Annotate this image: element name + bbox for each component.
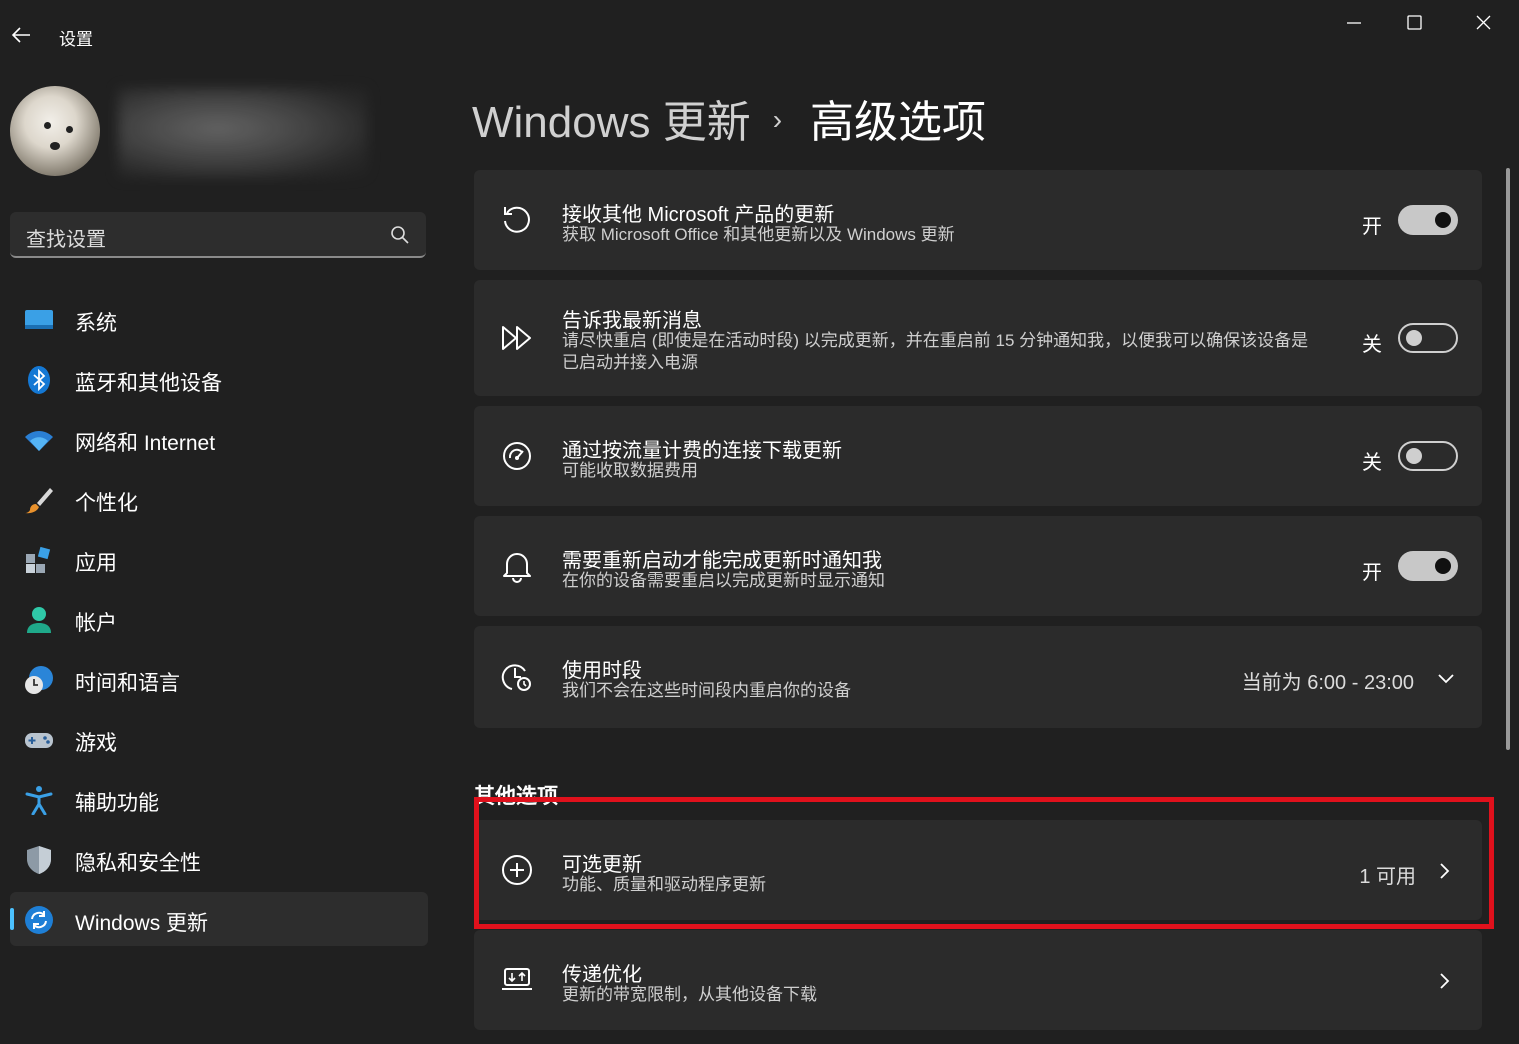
app-title: 设置 <box>59 30 93 49</box>
sidebar-item-label: Windows 更新 <box>75 912 209 935</box>
setting-title: 可选更新 <box>562 854 642 876</box>
clock-icon <box>501 664 531 691</box>
sidebar-item-label: 帐户 <box>75 612 117 635</box>
section-heading: 其他选项 <box>474 785 558 808</box>
title-bar: 设置 <box>0 0 1519 70</box>
sidebar-item-gaming[interactable]: 游戏 <box>10 712 428 766</box>
chevron-right-icon[interactable] <box>1434 861 1454 881</box>
setting-subtitle: 在你的设备需要重启以完成更新时显示通知 <box>562 571 885 590</box>
refresh-icon <box>504 206 530 233</box>
chevron-down-icon[interactable] <box>1436 668 1456 688</box>
setting-other-ms-products: 接收其他 Microsoft 产品的更新 获取 Microsoft Office… <box>474 170 1482 270</box>
setting-title: 需要重新启动才能完成更新时通知我 <box>562 550 882 572</box>
plus-circle-icon <box>502 855 532 885</box>
sidebar-item-label: 蓝牙和其他设备 <box>75 372 222 395</box>
setting-restart-notify: 需要重新启动才能完成更新时通知我 在你的设备需要重启以完成更新时显示通知 开 <box>474 516 1482 616</box>
breadcrumb-separator: › <box>772 104 783 135</box>
breadcrumb-parent[interactable]: Windows 更新 <box>472 98 751 147</box>
sidebar-item-system[interactable]: 系统 <box>10 292 428 346</box>
sidebar-item-label: 隐私和安全性 <box>75 852 201 875</box>
sidebar-item-label: 网络和 Internet <box>75 432 216 455</box>
globe-clock-icon <box>25 666 53 694</box>
setting-delivery-optimization[interactable]: 传递优化 更新的带宽限制，从其他设备下载 <box>474 930 1482 1030</box>
setting-active-hours[interactable]: 使用时段 我们不会在这些时间段内重启你的设备 当前为 6:00 - 23:00 <box>474 626 1482 728</box>
available-count: 1 可用 <box>1359 866 1416 888</box>
sidebar-item-label: 应用 <box>75 552 117 575</box>
delivery-icon <box>502 968 532 990</box>
search-icon[interactable] <box>390 225 410 245</box>
setting-title: 告诉我最新消息 <box>562 310 702 332</box>
paintbrush-icon <box>25 488 53 514</box>
search-input[interactable]: 查找设置 <box>26 223 106 252</box>
scrollbar[interactable] <box>1506 168 1510 750</box>
monitor-icon <box>25 310 53 329</box>
shield-icon <box>27 846 51 874</box>
sidebar-item-bluetooth[interactable]: 蓝牙和其他设备 <box>10 352 428 406</box>
maximize-icon[interactable] <box>1394 10 1434 36</box>
page-title: 高级选项 <box>810 98 987 147</box>
bell-icon <box>503 553 531 583</box>
setting-title: 传递优化 <box>562 964 642 986</box>
setting-metered-download: 通过按流量计费的连接下载更新 可能收取数据费用 关 <box>474 406 1482 506</box>
toggle-switch[interactable] <box>1398 323 1458 353</box>
wifi-icon <box>25 431 53 451</box>
active-hours-value: 当前为 6:00 - 23:00 <box>1241 672 1414 694</box>
sidebar-item-accessibility[interactable]: 辅助功能 <box>10 772 428 826</box>
sidebar-item-label: 时间和语言 <box>75 672 180 695</box>
search-box[interactable]: 查找设置 <box>10 212 426 258</box>
sidebar-item-personalization[interactable]: 个性化 <box>10 472 428 526</box>
setting-title: 使用时段 <box>562 660 642 682</box>
sidebar-item-label: 个性化 <box>75 492 138 515</box>
sidebar-item-windows-update[interactable]: Windows 更新 <box>10 892 428 946</box>
setting-get-latest: 告诉我最新消息 请尽快重启 (即使是在活动时段) 以完成更新，并在重启前 15 … <box>474 280 1482 396</box>
toggle-state-label: 关 <box>1362 334 1382 356</box>
toggle-state-label: 关 <box>1362 452 1382 474</box>
minimize-icon[interactable] <box>1334 10 1374 36</box>
bluetooth-icon <box>28 366 50 394</box>
sidebar-item-time-language[interactable]: 时间和语言 <box>10 652 428 706</box>
sidebar-item-privacy[interactable]: 隐私和安全性 <box>10 832 428 886</box>
sidebar-item-network[interactable]: 网络和 Internet <box>10 412 428 466</box>
avatar[interactable] <box>10 86 100 176</box>
setting-title: 接收其他 Microsoft 产品的更新 <box>562 204 835 226</box>
sidebar-item-label: 系统 <box>75 312 117 335</box>
sidebar: 查找设置 系统 蓝牙和其他设备 网络和 Internet 个性化 应用 帐户 时… <box>0 70 440 1044</box>
sync-icon <box>25 906 53 934</box>
toggle-switch[interactable] <box>1398 551 1458 581</box>
setting-optional-updates[interactable]: 可选更新 功能、质量和驱动程序更新 1 可用 <box>474 820 1482 920</box>
toggle-state-label: 开 <box>1362 562 1382 584</box>
apps-icon <box>26 546 51 573</box>
chevron-right-icon[interactable] <box>1434 971 1454 991</box>
setting-subtitle: 可能收取数据费用 <box>562 461 698 480</box>
sidebar-item-label: 辅助功能 <box>75 792 159 815</box>
setting-subtitle: 获取 Microsoft Office 和其他更新以及 Windows 更新 <box>562 225 955 244</box>
accessibility-icon <box>25 786 53 815</box>
sidebar-item-accounts[interactable]: 帐户 <box>10 592 428 646</box>
toggle-state-label: 开 <box>1362 216 1382 238</box>
toggle-switch[interactable] <box>1398 441 1458 471</box>
sidebar-item-apps[interactable]: 应用 <box>10 532 428 586</box>
speedometer-icon <box>503 442 531 470</box>
setting-title: 通过按流量计费的连接下载更新 <box>562 440 842 462</box>
close-icon[interactable] <box>1463 10 1503 36</box>
toggle-switch[interactable] <box>1398 205 1458 235</box>
setting-subtitle: 请尽快重启 (即使是在活动时段) 以完成更新，并在重启前 15 分钟通知我，以便… <box>562 331 1309 372</box>
breadcrumb: Windows 更新 › 高级选项 <box>472 86 986 150</box>
setting-subtitle: 更新的带宽限制，从其他设备下载 <box>562 985 817 1004</box>
gamepad-icon <box>25 733 53 748</box>
fast-forward-icon <box>502 326 531 350</box>
setting-subtitle: 功能、质量和驱动程序更新 <box>562 875 766 894</box>
nav-list: 系统 蓝牙和其他设备 网络和 Internet 个性化 应用 帐户 时间和语言 … <box>10 292 428 952</box>
setting-subtitle: 我们不会在这些时间段内重启你的设备 <box>562 681 851 700</box>
person-icon <box>27 607 51 633</box>
main-content: Windows 更新 › 高级选项 接收其他 Microsoft 产品的更新 获取 … <box>472 70 1484 1044</box>
user-name-blurred <box>118 88 368 178</box>
back-arrow-icon[interactable] <box>8 22 34 48</box>
sidebar-item-label: 游戏 <box>75 732 117 755</box>
